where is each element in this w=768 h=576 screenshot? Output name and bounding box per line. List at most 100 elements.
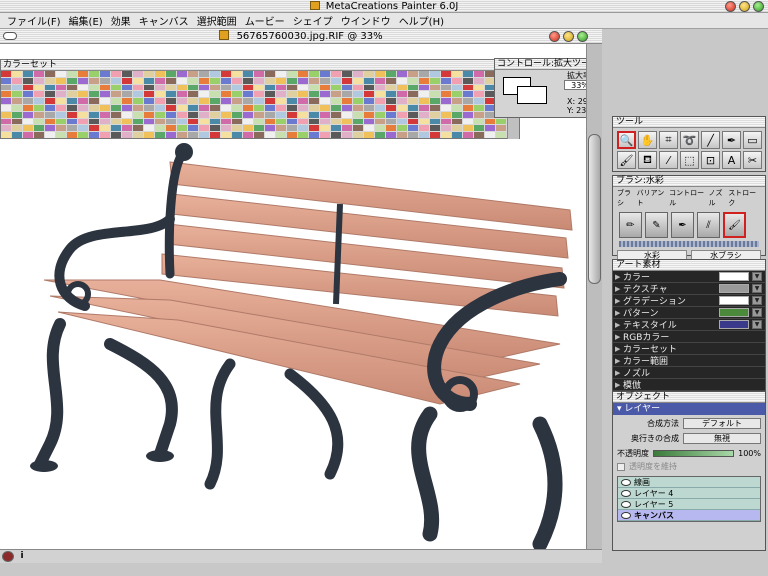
color-swatch[interactable] <box>166 77 176 84</box>
color-swatch[interactable] <box>276 105 286 111</box>
color-swatch[interactable] <box>111 125 121 132</box>
color-swatch[interactable] <box>122 77 132 84</box>
color-swatch[interactable] <box>177 98 187 104</box>
disclosure-triangle-icon[interactable]: ▶ <box>615 285 623 293</box>
color-swatch[interactable] <box>430 84 440 91</box>
disclosure-triangle-icon[interactable]: ▶ <box>615 357 623 365</box>
color-swatch[interactable] <box>265 71 275 77</box>
vertical-scrollbar[interactable] <box>586 44 602 549</box>
color-swatch[interactable] <box>133 125 143 132</box>
color-swatch[interactable] <box>232 71 242 77</box>
chevron-down-icon[interactable]: ▼ <box>752 296 762 305</box>
color-swatch[interactable] <box>452 77 462 84</box>
color-swatch[interactable] <box>397 71 407 77</box>
color-swatch[interactable] <box>67 71 77 77</box>
color-swatch[interactable] <box>12 105 22 111</box>
color-swatch[interactable] <box>89 132 99 138</box>
color-swatch[interactable] <box>419 77 429 84</box>
menu-shapes[interactable]: シェイプ <box>289 13 337 28</box>
color-swatch[interactable] <box>375 125 385 132</box>
color-swatch[interactable] <box>430 91 440 98</box>
color-swatch[interactable] <box>463 98 473 104</box>
doc-minimize-icon[interactable] <box>563 31 574 42</box>
color-swatch[interactable] <box>342 77 352 84</box>
disclosure-triangle-icon[interactable]: ▶ <box>615 345 623 353</box>
color-swatch[interactable] <box>67 105 77 111</box>
color-swatch[interactable] <box>155 77 165 84</box>
scissors-tool-icon[interactable]: ✂ <box>743 151 762 169</box>
color-swatch[interactable] <box>265 111 275 118</box>
color-swatch[interactable] <box>45 71 55 77</box>
opacity-slider[interactable] <box>653 449 735 457</box>
color-swatch[interactable] <box>232 98 242 104</box>
color-swatch[interactable] <box>67 125 77 132</box>
eye-icon[interactable] <box>621 511 631 519</box>
rectangle-tool-icon[interactable]: ▭ <box>743 131 762 149</box>
selection-tool-icon[interactable]: ⬚ <box>680 151 699 169</box>
color-swatch[interactable] <box>23 132 33 138</box>
color-swatch[interactable] <box>100 118 110 125</box>
color-swatch[interactable] <box>287 77 297 84</box>
menu-file[interactable]: ファイル(F) <box>3 13 65 28</box>
color-swatch[interactable] <box>397 132 407 138</box>
color-swatch[interactable] <box>78 111 88 118</box>
color-swatch[interactable] <box>331 118 341 125</box>
color-swatch[interactable] <box>133 105 143 111</box>
color-swatch[interactable] <box>375 111 385 118</box>
color-swatch[interactable] <box>221 105 231 111</box>
color-swatch[interactable] <box>386 84 396 91</box>
color-swatch[interactable] <box>45 84 55 91</box>
chevron-down-icon[interactable]: ▼ <box>752 308 762 317</box>
color-swatch[interactable] <box>1 111 11 118</box>
color-swatch[interactable] <box>419 132 429 138</box>
color-swatch[interactable] <box>243 77 253 84</box>
color-swatch[interactable] <box>166 84 176 91</box>
color-swatch[interactable] <box>188 111 198 118</box>
color-swatch[interactable] <box>34 77 44 84</box>
color-swatch[interactable] <box>331 125 341 132</box>
color-swatch[interactable] <box>309 118 319 125</box>
color-swatch[interactable] <box>100 84 110 91</box>
color-swatch[interactable] <box>166 91 176 98</box>
color-swatch[interactable] <box>353 84 363 91</box>
color-swatch[interactable] <box>430 111 440 118</box>
color-swatch[interactable] <box>342 111 352 118</box>
art-material-row[interactable]: ▶ 模倣 <box>613 379 765 391</box>
color-swatch[interactable] <box>56 111 66 118</box>
color-swatch[interactable] <box>133 91 143 98</box>
lasso-tool-icon[interactable]: ➰ <box>680 131 699 149</box>
color-swatch[interactable] <box>265 98 275 104</box>
color-swatch[interactable] <box>331 71 341 77</box>
color-swatch[interactable] <box>320 125 330 132</box>
color-swatch[interactable] <box>100 132 110 138</box>
color-swatch[interactable] <box>166 105 176 111</box>
color-swatch[interactable] <box>100 125 110 132</box>
color-swatch[interactable] <box>12 125 22 132</box>
color-swatch[interactable] <box>342 105 352 111</box>
color-swatch[interactable] <box>100 77 110 84</box>
disclosure-triangle-icon[interactable]: ▶ <box>615 381 623 389</box>
color-swatch[interactable] <box>221 132 231 138</box>
color-swatch[interactable] <box>45 125 55 132</box>
color-swatch[interactable] <box>89 125 99 132</box>
color-swatch[interactable] <box>188 125 198 132</box>
color-swatch[interactable] <box>452 111 462 118</box>
color-swatch[interactable] <box>474 71 484 77</box>
color-swatch[interactable] <box>342 118 352 125</box>
color-swatch[interactable] <box>276 111 286 118</box>
color-swatch[interactable] <box>221 77 231 84</box>
color-swatch[interactable] <box>265 84 275 91</box>
color-swatch[interactable] <box>155 105 165 111</box>
color-swatch[interactable] <box>188 91 198 98</box>
color-swatch[interactable] <box>78 98 88 104</box>
color-swatch[interactable] <box>89 71 99 77</box>
color-swatch[interactable] <box>188 118 198 125</box>
color-swatch[interactable] <box>144 105 154 111</box>
color-swatch[interactable] <box>243 105 253 111</box>
color-swatch[interactable] <box>122 111 132 118</box>
color-swatch[interactable] <box>463 132 473 138</box>
color-swatch[interactable] <box>89 105 99 111</box>
color-swatch[interactable] <box>441 125 451 132</box>
color-swatch[interactable] <box>232 91 242 98</box>
color-swatch[interactable] <box>1 105 11 111</box>
